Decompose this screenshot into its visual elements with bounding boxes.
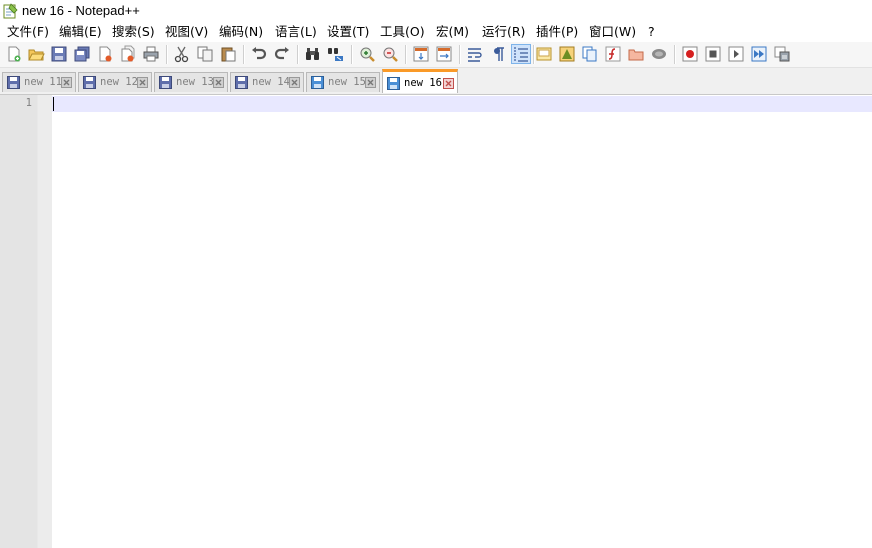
tab-label: new 16 [404, 77, 442, 89]
zoom-in-icon[interactable] [358, 45, 376, 63]
word-wrap-icon[interactable] [466, 45, 484, 63]
menu-settings[interactable]: 设置(T) [327, 24, 369, 40]
text-caret [53, 97, 54, 111]
notepadpp-app-icon[interactable] [2, 3, 18, 19]
redo-icon[interactable] [273, 45, 291, 63]
close-all-icon[interactable] [119, 45, 137, 63]
menu-help[interactable]: ? [648, 24, 655, 40]
monitoring-icon[interactable] [650, 45, 668, 63]
menu-view[interactable]: 视图(V) [165, 24, 208, 40]
toolbar-separator [459, 45, 461, 64]
save-icon[interactable] [50, 45, 68, 63]
tab-new-14[interactable]: new 14 [230, 72, 304, 92]
toolbar-separator [297, 45, 299, 64]
paste-icon[interactable] [219, 45, 237, 63]
window-title: new 16 - Notepad++ [22, 3, 140, 18]
replace-icon[interactable] [327, 45, 345, 63]
saved-file-icon [159, 76, 172, 89]
saved-file-icon [83, 76, 96, 89]
indent-guide-icon[interactable] [511, 44, 531, 64]
undo-icon[interactable] [250, 45, 268, 63]
fold-margin[interactable] [38, 95, 52, 548]
toolbar-separator [351, 45, 353, 64]
document-list-icon[interactable] [581, 45, 599, 63]
open-file-icon[interactable] [27, 45, 45, 63]
tab-close-icon[interactable] [213, 77, 224, 88]
menu-bar: 文件(F) 编辑(E) 搜索(S) 视图(V) 编码(N) 语言(L) 设置(T… [0, 22, 872, 42]
saved-file-icon [311, 76, 324, 89]
toolbar-separator [166, 45, 168, 64]
tab-label: new 15 [328, 76, 366, 88]
sync-vertical-icon[interactable] [412, 45, 430, 63]
editor: 1 [0, 95, 872, 548]
saved-file-icon [235, 76, 248, 89]
tab-new-12[interactable]: new 12 [78, 72, 152, 92]
macro-stop-icon[interactable] [704, 45, 722, 63]
menu-language[interactable]: 语言(L) [275, 24, 317, 40]
menu-tools[interactable]: 工具(O) [380, 24, 425, 40]
macro-play-icon[interactable] [727, 45, 745, 63]
show-all-chars-icon[interactable] [489, 45, 507, 63]
text-editor-area[interactable] [52, 95, 872, 548]
tab-new-16[interactable]: new 16 [382, 69, 458, 93]
user-language-icon[interactable] [535, 45, 553, 63]
menu-encoding[interactable]: 编码(N) [219, 24, 263, 40]
cut-icon[interactable] [173, 45, 191, 63]
copy-icon[interactable] [196, 45, 214, 63]
menu-file[interactable]: 文件(F) [7, 24, 49, 40]
tab-close-icon[interactable] [61, 77, 72, 88]
saved-file-icon [7, 76, 20, 89]
tab-close-icon[interactable] [443, 78, 454, 89]
menu-edit[interactable]: 编辑(E) [59, 24, 102, 40]
folder-workspace-icon[interactable] [627, 45, 645, 63]
macro-save-icon[interactable] [773, 45, 791, 63]
tab-new-13[interactable]: new 13 [154, 72, 228, 92]
line-number-gutter[interactable]: 1 [0, 95, 38, 548]
title-bar[interactable]: new 16 - Notepad++ [0, 0, 872, 22]
tab-new-11[interactable]: new 11 [2, 72, 76, 92]
toolbar-separator [674, 45, 676, 64]
save-all-icon[interactable] [73, 45, 91, 63]
tab-close-icon[interactable] [365, 77, 376, 88]
new-file-icon[interactable] [5, 45, 23, 63]
menu-run[interactable]: 运行(R) [482, 24, 525, 40]
tab-label: new 11 [24, 76, 62, 88]
print-icon[interactable] [142, 45, 160, 63]
tab-new-15[interactable]: new 15 [306, 72, 380, 92]
menu-search[interactable]: 搜索(S) [112, 24, 155, 40]
macro-run-multiple-icon[interactable] [750, 45, 768, 63]
tab-label: new 14 [252, 76, 290, 88]
tab-label: new 12 [100, 76, 138, 88]
line-number: 1 [25, 97, 32, 109]
close-icon[interactable] [96, 45, 114, 63]
toolbar-separator [243, 45, 245, 64]
toolbar-separator [405, 45, 407, 64]
find-icon[interactable] [304, 45, 322, 63]
sync-horizontal-icon[interactable] [435, 45, 453, 63]
menu-macro[interactable]: 宏(M) [436, 24, 469, 40]
macro-record-icon[interactable] [681, 45, 699, 63]
toolbar [0, 42, 872, 68]
tab-close-icon[interactable] [289, 77, 300, 88]
doc-map-icon[interactable] [558, 45, 576, 63]
menu-plugins[interactable]: 插件(P) [536, 24, 578, 40]
zoom-out-icon[interactable] [381, 45, 399, 63]
tab-label: new 13 [176, 76, 214, 88]
tab-bar: new 11 new 12 new 13 new 14 new 15 new 1… [0, 68, 872, 95]
menu-window[interactable]: 窗口(W) [589, 24, 636, 40]
tab-close-icon[interactable] [137, 77, 148, 88]
saved-file-icon [387, 77, 400, 90]
function-list-icon[interactable] [604, 45, 622, 63]
